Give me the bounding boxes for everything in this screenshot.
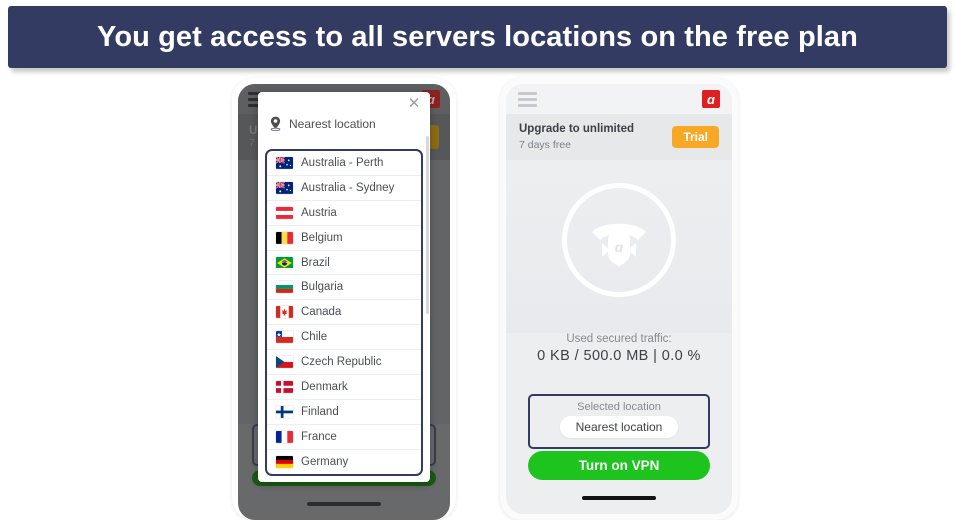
location-name: Australia - Perth bbox=[301, 156, 384, 169]
location-list-item[interactable]: Brazil bbox=[267, 251, 421, 276]
flag-icon-fi bbox=[276, 405, 293, 418]
headline-banner: You get access to all servers locations … bbox=[8, 6, 947, 68]
location-name: Finland bbox=[301, 405, 339, 418]
hamburger-icon[interactable] bbox=[518, 91, 537, 107]
trial-button[interactable]: Trial bbox=[672, 126, 719, 148]
left-home-indicator bbox=[307, 502, 381, 506]
location-list-item[interactable]: Chile bbox=[267, 325, 421, 351]
upgrade-banner[interactable]: Upgrade to unlimited 7 days free Trial bbox=[506, 114, 732, 160]
flag-icon-cz bbox=[276, 356, 293, 368]
location-name: Denmark bbox=[301, 380, 348, 393]
dialog-scrollbar[interactable] bbox=[426, 136, 429, 314]
location-list-item[interactable]: France bbox=[267, 425, 421, 450]
location-list-item[interactable]: Germany bbox=[267, 450, 421, 474]
location-list-item[interactable]: Canada bbox=[267, 300, 421, 326]
headline-text: You get access to all servers locations … bbox=[97, 20, 858, 53]
location-name: Chile bbox=[301, 331, 328, 344]
location-list-item[interactable]: Denmark bbox=[267, 375, 421, 400]
flag-icon-dk bbox=[276, 380, 293, 393]
upgrade-subtitle: 7 days free bbox=[519, 138, 571, 151]
flag-icon-fr bbox=[276, 430, 293, 443]
svg-text:ɑ: ɑ bbox=[615, 239, 624, 255]
flag-icon-au bbox=[276, 156, 293, 169]
traffic-usage: Used secured traffic: 0 KB / 500.0 MB | … bbox=[506, 333, 732, 368]
avira-vpn-app: ɑ Upgrade to unlimited 7 days free Trial bbox=[506, 84, 732, 514]
vpn-shield-wifi-icon: ɑ bbox=[592, 223, 646, 267]
flag-icon-bg bbox=[276, 281, 293, 294]
location-list-item[interactable]: Czech Republic bbox=[267, 350, 421, 376]
vpn-status-circle[interactable]: ɑ bbox=[562, 182, 676, 297]
location-name: Bulgaria bbox=[301, 281, 344, 294]
location-list-item[interactable]: Australia - Sydney bbox=[267, 176, 421, 201]
location-list-item[interactable]: Austria bbox=[267, 201, 421, 226]
right-phone-mockup: ɑ Upgrade to unlimited 7 days free Trial bbox=[500, 78, 738, 520]
selected-location-label: Selected location bbox=[577, 401, 661, 413]
traffic-value: 0 KB / 500.0 MB | 0.0 % bbox=[537, 348, 701, 364]
flag-icon-br bbox=[276, 256, 293, 269]
screenshot-root: You get access to all servers locations … bbox=[0, 0, 955, 520]
location-picker-dialog: ✕ Nearest location Australia - Perth Aust… bbox=[258, 92, 430, 482]
location-name: Belgium bbox=[301, 231, 343, 244]
right-topbar: ɑ bbox=[506, 84, 732, 114]
flag-icon-au bbox=[276, 181, 293, 194]
flag-icon-cl bbox=[276, 331, 293, 344]
flag-icon-at bbox=[276, 206, 293, 219]
location-list-item[interactable]: Bulgaria bbox=[267, 275, 421, 301]
flag-icon-de bbox=[276, 455, 293, 468]
location-name: Austria bbox=[301, 206, 337, 219]
location-list-item[interactable]: Finland bbox=[267, 400, 421, 425]
selected-location-value[interactable]: Nearest location bbox=[559, 416, 679, 438]
location-name: Canada bbox=[301, 306, 342, 319]
location-list-item[interactable]: Greece bbox=[267, 475, 421, 476]
traffic-label: Used secured traffic: bbox=[566, 333, 672, 345]
location-pin-icon bbox=[270, 116, 281, 131]
right-home-indicator bbox=[582, 496, 656, 500]
location-name: Australia - Sydney bbox=[301, 181, 395, 194]
right-phone-bezel: ɑ Upgrade to unlimited 7 days free Trial bbox=[506, 84, 732, 514]
flag-icon-be bbox=[276, 231, 293, 244]
location-name: France bbox=[301, 430, 337, 443]
upgrade-title: Upgrade to unlimited bbox=[519, 123, 634, 136]
avira-logo-icon: ɑ bbox=[702, 90, 720, 108]
location-name: Brazil bbox=[301, 256, 330, 269]
nearest-location-label: Nearest location bbox=[289, 116, 376, 131]
close-icon[interactable]: ✕ bbox=[406, 96, 422, 112]
location-list[interactable]: Australia - Perth Australia - Sydney Austr… bbox=[265, 149, 423, 476]
location-list-item[interactable]: Australia - Perth bbox=[267, 151, 421, 176]
nearest-location-header[interactable]: Nearest location bbox=[258, 92, 430, 138]
turn-on-vpn-button[interactable]: Turn on VPN bbox=[528, 451, 710, 480]
location-list-item[interactable]: Belgium bbox=[267, 226, 421, 251]
vpn-status-area: ɑ bbox=[506, 160, 732, 333]
flag-icon-ca bbox=[276, 306, 293, 319]
selected-location-box[interactable]: Selected location Nearest location bbox=[528, 394, 710, 449]
location-name: Germany bbox=[301, 455, 349, 468]
location-name: Czech Republic bbox=[301, 356, 382, 369]
